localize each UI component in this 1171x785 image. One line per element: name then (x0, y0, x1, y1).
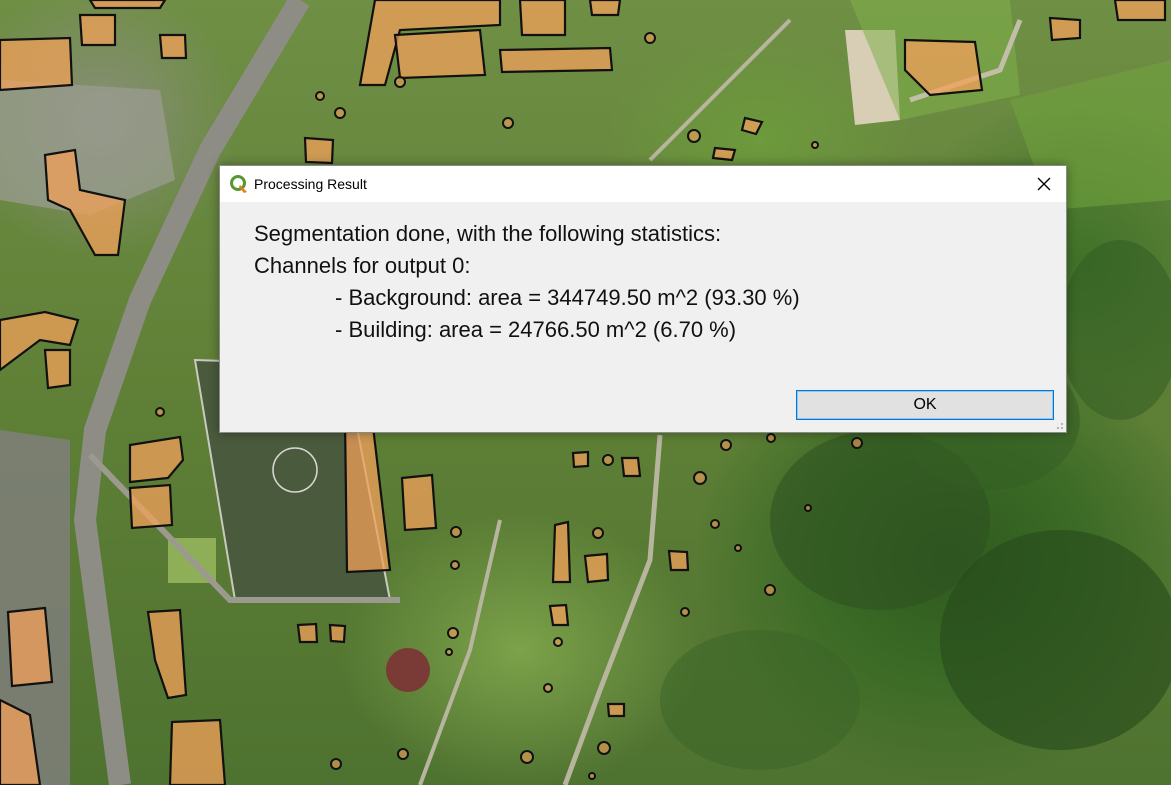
building-mask (518, 0, 567, 37)
dialog-title: Processing Result (254, 176, 367, 192)
building-mask (588, 0, 622, 17)
path-east (562, 434, 663, 785)
building-mask (343, 416, 392, 574)
building-mask (128, 435, 185, 484)
resize-grip-icon[interactable] (1054, 420, 1064, 430)
building-mask (606, 702, 626, 718)
building-mask (400, 473, 438, 532)
building-mask (583, 552, 610, 584)
building-stat: - Building: area = 24766.50 m^2 (6.70 %) (335, 317, 737, 342)
building-mask (168, 718, 227, 785)
building-mask (393, 28, 487, 80)
result-message: Segmentation done, with the following st… (254, 218, 1046, 346)
building-mask (571, 450, 590, 469)
building-mask (498, 46, 614, 74)
building-mask (740, 116, 764, 136)
building-mask (711, 146, 737, 162)
ok-button[interactable]: OK (796, 390, 1054, 420)
close-icon (1037, 177, 1051, 191)
red-tree (386, 648, 430, 692)
dialog-titlebar[interactable]: Processing Result (220, 166, 1066, 202)
building-mask (158, 33, 188, 60)
building-mask (620, 456, 642, 478)
forest-patch (1060, 240, 1171, 420)
processing-result-dialog: Processing Result Segmentation done, wit… (219, 165, 1067, 433)
building-mask (43, 348, 72, 390)
building-mask (1048, 16, 1082, 42)
building-mask (667, 549, 690, 572)
building-mask (6, 606, 54, 688)
background-stat: - Background: area = 344749.50 m^2 (93.3… (335, 285, 800, 310)
building-mask (128, 483, 174, 530)
track-north (648, 18, 792, 162)
forest-patch (940, 530, 1171, 750)
building-mask (328, 623, 347, 644)
building-mask (303, 136, 335, 165)
building-mask (548, 603, 570, 627)
path-south (418, 519, 502, 785)
building-mask (88, 0, 167, 10)
building-mask (78, 13, 117, 47)
building-mask (1113, 0, 1167, 22)
building-mask (296, 622, 319, 644)
qgis-logo-icon (229, 174, 249, 194)
result-heading-line: Segmentation done, with the following st… (254, 221, 722, 246)
forest-patch (660, 630, 860, 770)
building-mask (551, 520, 572, 584)
building-mask (0, 36, 74, 92)
channels-line: Channels for output 0: (254, 253, 471, 278)
close-button[interactable] (1022, 166, 1066, 202)
building-mask (146, 608, 188, 700)
